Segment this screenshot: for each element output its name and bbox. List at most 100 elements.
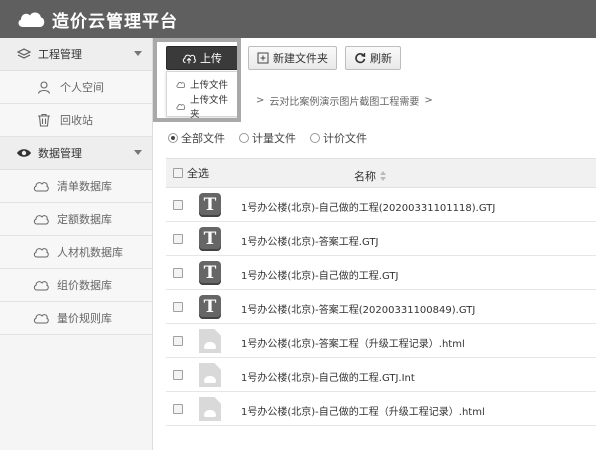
new-folder-button[interactable]: 新建文件夹 — [248, 46, 337, 70]
sidebar-group-label: 工程管理 — [38, 48, 82, 61]
sidebar-item-quantity-price-rules[interactable]: 量价规则库 — [0, 302, 152, 335]
name-column-label: 名称 — [354, 170, 376, 183]
document-file-icon — [199, 329, 221, 353]
row-checkbox[interactable] — [173, 199, 183, 210]
app-header: 造价云管理平台 — [0, 0, 596, 38]
new-folder-label: 新建文件夹 — [273, 52, 328, 65]
sidebar-item-label: 量价规则库 — [57, 312, 112, 325]
sort-icon[interactable] — [380, 171, 387, 181]
sidebar-item-label: 回收站 — [60, 114, 93, 127]
cloud-icon — [33, 211, 49, 227]
cloud-icon — [204, 376, 216, 383]
filter-measurement-files[interactable]: 计量文件 — [239, 130, 296, 146]
select-all-checkbox[interactable] — [173, 168, 183, 178]
sidebar-item-label: 个人空间 — [60, 81, 104, 94]
select-all-label: 全选 — [187, 167, 209, 180]
refresh-icon — [354, 52, 366, 64]
file-name[interactable]: 1号办公楼(北京)-答案工程(20200331100849).GTJ — [241, 301, 475, 316]
gtj-file-icon: T — [199, 261, 221, 285]
sidebar-item-label: 定额数据库 — [57, 213, 112, 226]
filter-label: 计量文件 — [252, 132, 296, 145]
file-name[interactable]: 1号办公楼(北京)-答案工程（升级工程记录）.html — [241, 335, 465, 350]
gtj-file-icon: T — [199, 227, 221, 251]
sidebar-item-label: 组价数据库 — [57, 279, 112, 292]
trash-icon — [36, 112, 52, 128]
breadcrumb-separator: > — [424, 95, 433, 106]
breadcrumb: > 云对比案例演示图片截图工程需要 > — [256, 93, 433, 108]
sidebar-item-label: 清单数据库 — [57, 180, 112, 193]
table-row[interactable]: 1号办公楼(北京)-自己做的工程（升级工程记录）.html — [166, 392, 596, 426]
radio-icon — [239, 133, 249, 143]
sidebar-item-labor-material-db[interactable]: 人材机数据库 — [0, 236, 152, 269]
table-row[interactable]: T 1号办公楼(北京)-自己做的工程.GTJ — [166, 256, 596, 290]
cloud-icon — [204, 410, 216, 417]
cloud-icon — [33, 244, 49, 260]
row-checkbox[interactable] — [173, 335, 183, 346]
cloud-icon — [204, 342, 216, 349]
refresh-button[interactable]: 刷新 — [345, 46, 401, 70]
filter-pricing-files[interactable]: 计价文件 — [310, 130, 367, 146]
sidebar-item-pricing-db[interactable]: 组价数据库 — [0, 269, 152, 302]
document-file-icon — [199, 363, 221, 387]
table-row[interactable]: 1号办公楼(北京)-答案工程（升级工程记录）.html — [166, 324, 596, 358]
cloud-icon — [176, 102, 185, 111]
toolbar: 上传 新建文件夹 刷新 — [166, 46, 401, 70]
row-checkbox[interactable] — [173, 301, 183, 312]
row-checkbox[interactable] — [173, 267, 183, 278]
sidebar-group-data[interactable]: 数据管理 — [0, 137, 152, 170]
cloud-upload-icon — [182, 53, 196, 64]
gtj-file-icon: T — [199, 295, 221, 319]
layers-icon — [16, 46, 32, 62]
row-checkbox[interactable] — [173, 233, 183, 244]
cloud-icon — [33, 178, 49, 194]
app-title: 造价云管理平台 — [52, 11, 178, 32]
menu-item-label: 上传文件夹 — [190, 95, 229, 120]
file-name[interactable]: 1号办公楼(北京)-答案工程.GTJ — [241, 233, 378, 248]
file-table: 全选 名称 T 1号办公楼(北京)-自己做的工程(20200331101118)… — [166, 158, 596, 426]
table-row[interactable]: T 1号办公楼(北京)-答案工程.GTJ — [166, 222, 596, 256]
person-icon — [36, 79, 52, 95]
sidebar-item-label: 人材机数据库 — [57, 246, 123, 259]
chevron-down-icon — [134, 51, 142, 56]
cloud-logo-icon — [16, 10, 46, 28]
menu-item-upload-file[interactable]: 上传文件 — [167, 74, 237, 94]
table-header: 全选 名称 — [166, 158, 596, 188]
sidebar: 工程管理 个人空间 回收站 数据管理 清单数据库 定额数据库 人材机数据库 组价… — [0, 38, 153, 450]
upload-button-label: 上传 — [200, 52, 222, 65]
cloud-icon — [33, 277, 49, 293]
file-type-filter: 全部文件 计量文件 计价文件 — [168, 130, 367, 146]
filter-label: 计价文件 — [323, 132, 367, 145]
cloud-icon — [33, 310, 49, 326]
new-folder-icon — [257, 52, 269, 64]
row-checkbox[interactable] — [173, 369, 183, 380]
table-row[interactable]: T 1号办公楼(北京)-自己做的工程(20200331101118).GTJ — [166, 188, 596, 222]
row-checkbox[interactable] — [173, 403, 183, 414]
chevron-down-icon — [134, 150, 142, 155]
table-row[interactable]: 1号办公楼(北京)-自己做的工程.GTJ.Int — [166, 358, 596, 392]
sidebar-group-label: 数据管理 — [38, 147, 82, 160]
eye-icon — [16, 145, 32, 161]
menu-item-label: 上传文件 — [190, 80, 229, 91]
radio-selected-icon — [168, 133, 178, 143]
sidebar-item-bill-db[interactable]: 清单数据库 — [0, 170, 152, 203]
filter-label: 全部文件 — [181, 132, 225, 145]
name-column-header[interactable]: 名称 — [354, 168, 387, 184]
cloud-icon — [176, 80, 185, 89]
file-name[interactable]: 1号办公楼(北京)-自己做的工程（升级工程记录）.html — [241, 403, 485, 418]
upload-dropdown-menu: 上传文件 上传文件夹 — [166, 71, 238, 120]
upload-button[interactable]: 上传 — [166, 46, 238, 70]
sidebar-item-quota-db[interactable]: 定额数据库 — [0, 203, 152, 236]
table-row[interactable]: T 1号办公楼(北京)-答案工程(20200331100849).GTJ — [166, 290, 596, 324]
sidebar-item-personal-space[interactable]: 个人空间 — [0, 71, 152, 104]
file-name[interactable]: 1号办公楼(北京)-自己做的工程(20200331101118).GTJ — [241, 199, 495, 214]
filter-all-files[interactable]: 全部文件 — [168, 130, 225, 146]
gtj-file-icon: T — [199, 193, 221, 217]
radio-icon — [310, 133, 320, 143]
breadcrumb-item[interactable]: 云对比案例演示图片截图工程需要 — [269, 93, 419, 108]
document-file-icon — [199, 397, 221, 421]
sidebar-group-project[interactable]: 工程管理 — [0, 38, 152, 71]
sidebar-item-recycle-bin[interactable]: 回收站 — [0, 104, 152, 137]
file-name[interactable]: 1号办公楼(北京)-自己做的工程.GTJ.Int — [241, 369, 415, 384]
file-name[interactable]: 1号办公楼(北京)-自己做的工程.GTJ — [241, 267, 398, 282]
menu-item-upload-folder[interactable]: 上传文件夹 — [167, 95, 237, 120]
